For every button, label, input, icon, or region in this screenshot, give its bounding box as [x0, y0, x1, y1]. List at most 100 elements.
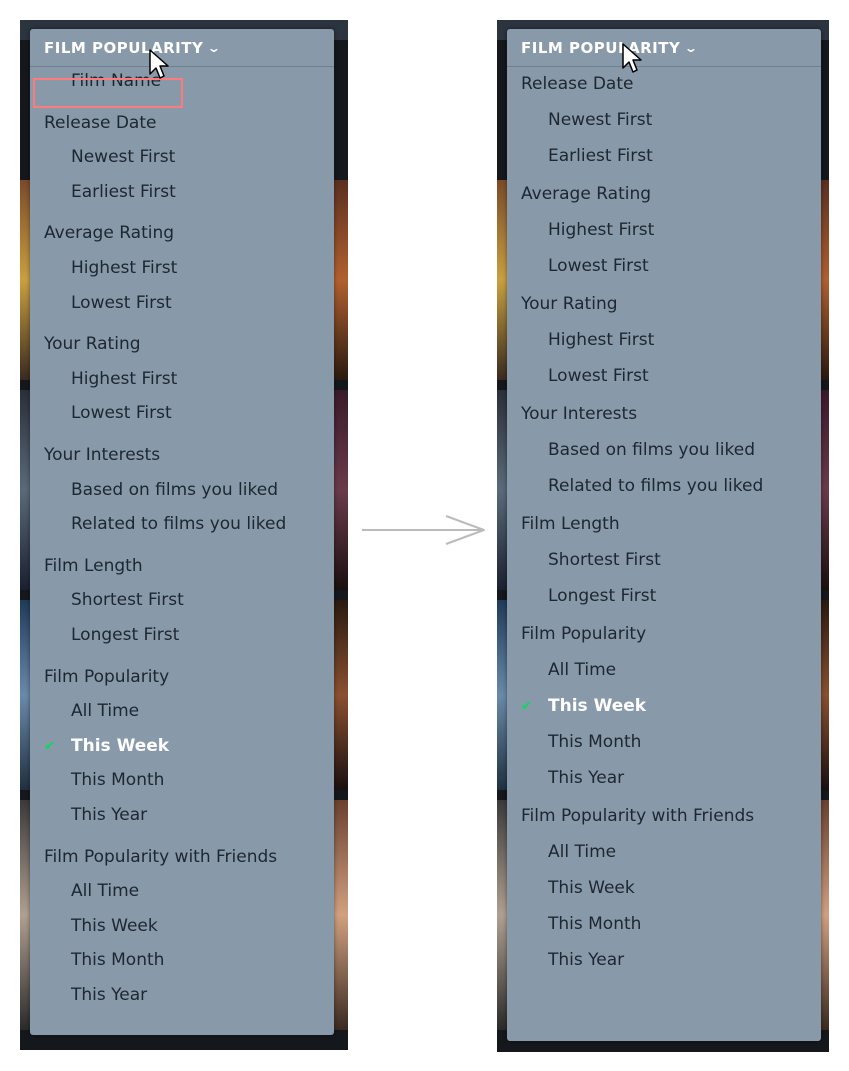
menu-item-label: Earliest First: [548, 146, 653, 166]
sort-option-highest-first[interactable]: Highest First: [507, 220, 821, 240]
sort-option-newest-first[interactable]: Newest First: [30, 147, 334, 167]
sort-option-this-week[interactable]: ✔ This Week: [30, 736, 334, 756]
menu-item-label: This Month: [71, 770, 165, 791]
sort-option-this-month[interactable]: This Month: [507, 914, 821, 934]
sort-option-lowest-first[interactable]: Lowest First: [30, 403, 334, 423]
menu-item-label: Highest First: [548, 330, 655, 350]
sort-option-longest-first[interactable]: Longest First: [507, 586, 821, 606]
sort-option-this-year[interactable]: This Year: [507, 768, 821, 788]
screenshot-after: FILM POPULARITY ⌄ Release Date Newest Fir…: [497, 20, 829, 1052]
menu-item-label: This Month: [548, 732, 642, 752]
menu-item-label: Your Rating: [44, 334, 141, 355]
menu-group-label: Average Rating: [30, 223, 334, 243]
mouse-cursor-icon: [622, 43, 642, 73]
menu-group-label: Your Interests: [507, 404, 821, 424]
menu-group-label: Average Rating: [507, 184, 821, 204]
menu-item-label: This Week: [71, 915, 158, 936]
menu-item-label: Your Interests: [521, 404, 638, 424]
menu-item-label: Film Popularity with Friends: [44, 846, 278, 867]
sort-dropdown-label: FILM POPULARITY: [44, 38, 204, 57]
menu-item-label: Film Popularity: [521, 624, 647, 644]
sort-option-highest-first[interactable]: Highest First: [30, 258, 334, 278]
sort-option-all-time[interactable]: All Time: [30, 881, 334, 901]
menu-item-label: Film Popularity: [44, 666, 170, 687]
menu-item-label: All Time: [548, 660, 617, 680]
checkmark-icon: ✔: [521, 699, 532, 714]
menu-item-label: All Time: [71, 701, 140, 722]
menu-item-label: This Week: [548, 696, 647, 716]
checkmark-icon: ✔: [44, 738, 55, 754]
sort-option-longest-first[interactable]: Longest First: [30, 625, 334, 645]
sort-option-this-week[interactable]: ✔ This Week: [507, 696, 821, 716]
menu-item-label: All Time: [71, 881, 140, 902]
menu-item-label: Based on films you liked: [548, 440, 755, 460]
sort-option-this-month[interactable]: This Month: [30, 950, 334, 970]
sort-option-lowest-first[interactable]: Lowest First: [30, 293, 334, 313]
sort-option-shortest-first[interactable]: Shortest First: [507, 550, 821, 570]
menu-group-label: Film Popularity: [507, 624, 821, 644]
menu-item-label: This Month: [548, 914, 642, 934]
sort-option-shortest-first[interactable]: Shortest First: [30, 590, 334, 610]
menu-group-label: Your Rating: [30, 334, 334, 354]
menu-item-label: Shortest First: [71, 590, 184, 611]
film-poster[interactable]: [334, 180, 348, 380]
menu-item-label: Release Date: [44, 112, 157, 133]
sort-option-earliest-first[interactable]: Earliest First: [507, 146, 821, 166]
sort-option-this-month[interactable]: This Month: [507, 732, 821, 752]
menu-item-label: Your Rating: [521, 294, 618, 314]
sort-option-this-month[interactable]: This Month: [30, 770, 334, 790]
menu-item-label: This Year: [71, 985, 148, 1005]
menu-item-label: Highest First: [71, 258, 178, 278]
sort-option-highest-first[interactable]: Highest First: [507, 330, 821, 350]
menu-item-label: Film Length: [521, 514, 620, 534]
sort-option-this-week[interactable]: This Week: [30, 916, 334, 936]
screenshot-before: FILM POPULARITY ⌄ Film Name Release Date N…: [20, 20, 348, 1050]
sort-dropdown-toggle[interactable]: FILM POPULARITY ⌄: [30, 29, 334, 67]
sort-option-all-time[interactable]: All Time: [507, 660, 821, 680]
sort-option-based-on-films-you-liked[interactable]: Based on films you liked: [30, 480, 334, 500]
sort-option-earliest-first[interactable]: Earliest First: [30, 182, 334, 202]
menu-item-label: This Year: [548, 768, 625, 788]
sort-dropdown-toggle[interactable]: FILM POPULARITY ⌄: [507, 29, 821, 67]
sort-option-this-year[interactable]: This Year: [30, 985, 334, 1005]
menu-item-label: Highest First: [548, 220, 655, 240]
menu-item-label: All Time: [548, 842, 617, 862]
menu-item-label: Film Length: [44, 555, 143, 576]
chevron-down-icon: ⌄: [684, 40, 700, 55]
sort-dropdown-menu: FILM POPULARITY ⌄ Release Date Newest Fir…: [507, 29, 821, 1041]
sort-option-lowest-first[interactable]: Lowest First: [507, 366, 821, 386]
menu-item-label: Average Rating: [44, 223, 175, 244]
right-arrow-icon: [362, 515, 485, 545]
sort-option-related-to-films-you-liked[interactable]: Related to films you liked: [30, 514, 334, 534]
sort-option-lowest-first[interactable]: Lowest First: [507, 256, 821, 276]
film-poster[interactable]: [334, 800, 348, 1030]
menu-item-label: Shortest First: [548, 550, 661, 570]
menu-item-label: This Year: [71, 805, 148, 825]
menu-item-label: Lowest First: [71, 403, 172, 424]
menu-item-label: Newest First: [548, 110, 653, 130]
sort-option-this-year[interactable]: This Year: [30, 805, 334, 825]
sort-option-all-time[interactable]: All Time: [507, 842, 821, 862]
sort-option-based-on-films-you-liked[interactable]: Based on films you liked: [507, 440, 821, 460]
menu-item-label: Film Popularity with Friends: [521, 806, 755, 826]
chevron-down-icon: ⌄: [207, 40, 223, 55]
film-poster[interactable]: [334, 390, 348, 590]
sort-option-all-time[interactable]: All Time: [30, 701, 334, 721]
menu-item-label: Release Date: [521, 74, 634, 94]
sort-option-this-year[interactable]: This Year: [507, 950, 821, 970]
menu-group-label: Release Date: [30, 113, 334, 133]
sort-option-this-week[interactable]: This Week: [507, 878, 821, 898]
film-poster[interactable]: [334, 600, 348, 790]
sort-option-related-to-films-you-liked[interactable]: Related to films you liked: [507, 476, 821, 496]
menu-item-label: Based on films you liked: [71, 479, 278, 500]
menu-group-label: Your Rating: [507, 294, 821, 314]
sort-option-film-name[interactable]: Film Name: [30, 71, 334, 91]
menu-group-label: Film Popularity: [30, 667, 334, 687]
menu-item-label: Related to films you liked: [548, 476, 764, 496]
menu-item-label: Your Interests: [44, 445, 161, 465]
menu-item-label: This Week: [71, 735, 170, 756]
sort-option-highest-first[interactable]: Highest First: [30, 369, 334, 389]
menu-item-label: This Week: [548, 878, 635, 898]
sort-option-newest-first[interactable]: Newest First: [507, 110, 821, 130]
sort-dropdown-menu: FILM POPULARITY ⌄ Film Name Release Date N…: [30, 29, 334, 1035]
